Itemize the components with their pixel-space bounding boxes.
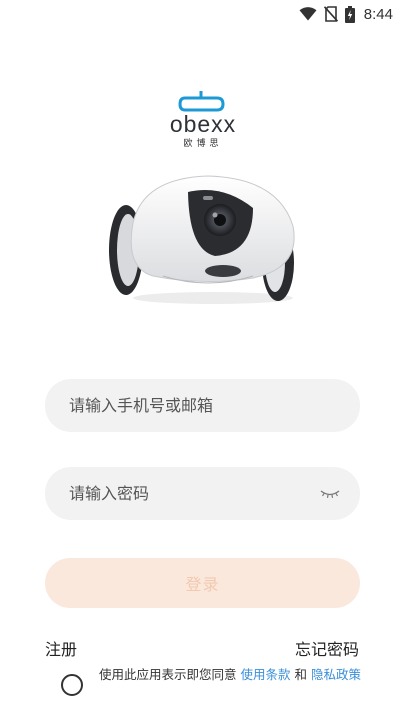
logo-wordmark: obexx (169, 111, 237, 137)
logo-mark-icon (178, 91, 225, 112)
status-bar: 8:44 (0, 0, 405, 28)
agreement-conjunction: 和 (290, 667, 311, 682)
agreement-radio[interactable] (61, 674, 83, 696)
agreement-text: 使用此应用表示即您同意 使用条款 和 隐私政策 (99, 665, 364, 685)
wifi-icon (299, 7, 317, 21)
account-input[interactable] (67, 395, 338, 416)
status-icons: 8:44 (299, 5, 393, 23)
register-link[interactable]: 注册 (45, 636, 77, 660)
login-button[interactable]: 登录 (45, 558, 360, 608)
agreement-prefix: 使用此应用表示即您同意 (99, 667, 241, 682)
eye-closed-icon[interactable] (320, 485, 340, 501)
status-time: 8:44 (363, 5, 393, 23)
logo-subtitle: 欧博思 (183, 139, 223, 149)
forgot-password-link[interactable]: 忘记密码 (295, 636, 359, 660)
login-screen: 8:44 obexx 欧博思 请输入手机号或邮箱 登录 注册 忘记密码 使用此应… (0, 0, 405, 720)
app-logo: obexx 欧博思 (155, 90, 251, 152)
privacy-link[interactable]: 隐私政策 (311, 667, 361, 682)
no-sim-icon (323, 6, 338, 22)
account-field (45, 379, 360, 432)
robot-illustration (109, 175, 295, 304)
password-field (45, 467, 360, 520)
battery-charging-icon (344, 5, 355, 23)
password-input[interactable] (67, 483, 311, 504)
terms-link[interactable]: 使用条款 (240, 667, 290, 682)
